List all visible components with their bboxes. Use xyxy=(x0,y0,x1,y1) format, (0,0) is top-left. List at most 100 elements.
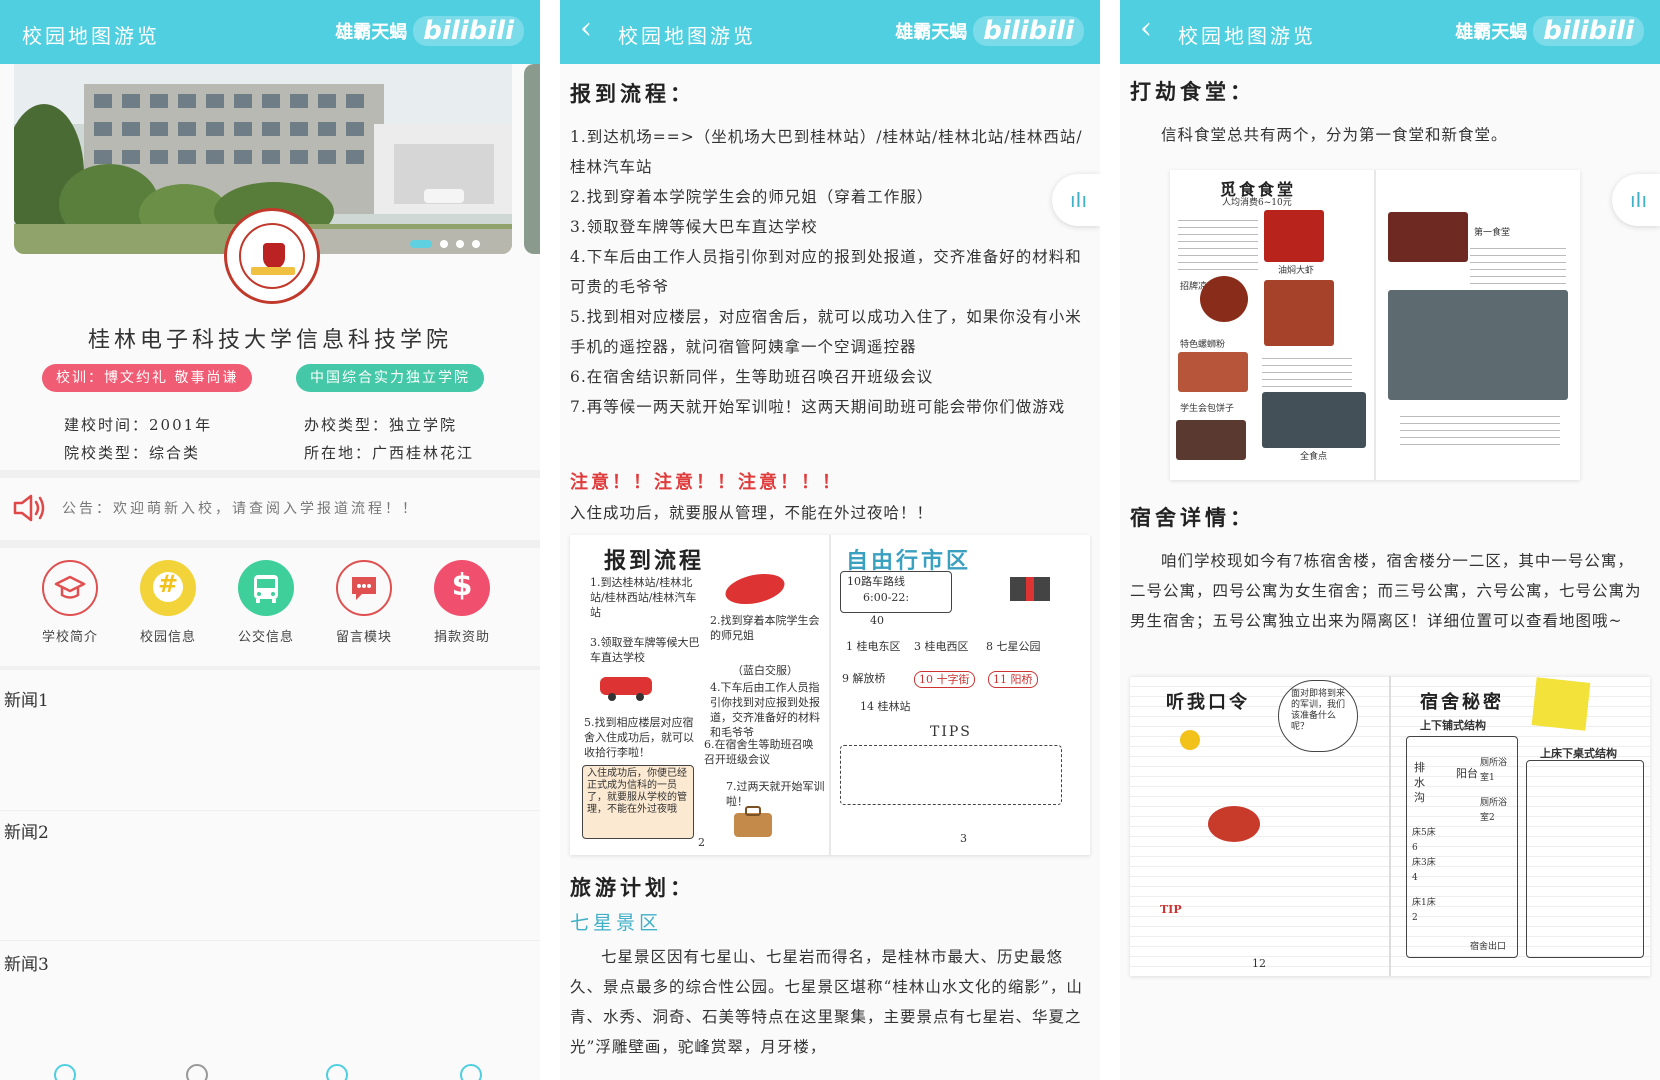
gift-drawing xyxy=(1010,577,1050,601)
warning-text: 入住成功后，就要服从管理，不能在外过夜哈！！ xyxy=(570,504,934,522)
voice-button[interactable]: ıIı xyxy=(1052,174,1100,226)
school-type-info: 办校类型：独立学院 xyxy=(304,416,458,434)
message-icon xyxy=(336,560,392,616)
grid-label: 捐款资助 xyxy=(433,630,490,645)
registration-steps: 1.到达机场==>（坐机场大巴到桂林站）/桂林站/桂林北站/桂林西站/桂林汽车站… xyxy=(570,128,1083,416)
dorm-layout-diagram xyxy=(1526,760,1644,958)
dollar-icon: $ xyxy=(434,560,490,616)
handbook-spread-image: 报到流程 1.到达桂林站/桂林北站/桂林西站/桂林汽车站 2.找到穿着本院学生会… xyxy=(570,535,1090,855)
suitcase-drawing xyxy=(734,806,772,837)
section-heading: 报到流程： xyxy=(570,81,695,106)
sun-drawing xyxy=(1180,730,1200,750)
search-nav-icon[interactable] xyxy=(186,1064,208,1080)
megaphone-icon xyxy=(13,494,45,522)
bilibili-logo: bilibili xyxy=(1533,16,1644,46)
warning-heading: 注意！！注意！！注意！！！ xyxy=(570,472,843,493)
audio-wave-icon: ıIı xyxy=(1630,188,1648,212)
dorm-text: 咱们学校现如今有7栋宿舍楼，宿舍楼分一二区，其中一号公寓，二号公寓，四号公寓为女… xyxy=(1130,552,1642,630)
bottom-nav xyxy=(0,1062,540,1080)
watermark-text: 雄霸天蝎 xyxy=(1455,22,1528,43)
canteen-photo xyxy=(1388,290,1568,400)
discover-nav-icon[interactable] xyxy=(326,1064,348,1080)
section-heading: 旅游计划： xyxy=(570,875,695,900)
bus-icon xyxy=(238,560,294,616)
news-item[interactable]: 新闻2 xyxy=(4,818,49,843)
food-photo xyxy=(1264,210,1324,262)
rank-tag: 中国综合实力独立学院 xyxy=(296,364,484,392)
shield-icon xyxy=(263,243,285,269)
subheading: 七星景区 xyxy=(570,912,663,934)
divider xyxy=(0,666,540,670)
profile-nav-icon[interactable] xyxy=(460,1064,482,1080)
news-item[interactable]: 新闻3 xyxy=(4,950,49,975)
registration-guide-screen: ‹ 校园地图游览 雄霸天蝎 bilibili 报到流程： 1.到达机场==>（坐… xyxy=(560,0,1100,1080)
hash-icon: # xyxy=(140,560,196,616)
graduation-cap-icon xyxy=(42,560,98,616)
watermark-text: 雄霸天蝎 xyxy=(335,22,408,43)
feature-grid: 学校简介 # 校园信息 公交信息 留言模块 $ 捐款资助 xyxy=(0,560,540,650)
carousel-dot[interactable] xyxy=(456,240,464,248)
school-emblem-logo xyxy=(224,208,320,304)
dorm-spread-image: 听我口令 面对即将到来的军训，我们该准备什么呢？ TIP 12 宿舍秘密 上下铺… xyxy=(1130,676,1650,976)
carousel-dots xyxy=(410,240,480,248)
founded-info: 建校时间：2001年 xyxy=(64,416,213,434)
divider xyxy=(0,540,540,548)
map-nav-icon[interactable] xyxy=(54,1064,76,1080)
spread-title: 报到流程 xyxy=(604,548,705,574)
food-drawing xyxy=(1208,806,1260,842)
motto-tag: 校训：博文约礼 敬事尚谦 xyxy=(42,364,253,392)
page-title: 校园地图游览 xyxy=(1178,24,1316,48)
canteen-photo xyxy=(1262,392,1366,448)
travel-text: 七星景区因有七星山、七星岩而得名，是桂林市最大、历史最悠久、景点最多的综合性公园… xyxy=(570,948,1083,1056)
top-bar: 校园地图游览 雄霸天蝎 bilibili xyxy=(0,0,540,64)
school-intro-button[interactable]: 学校简介 xyxy=(20,560,120,645)
grid-label: 留言模块 xyxy=(335,630,392,645)
carousel-dot-active[interactable] xyxy=(410,240,432,248)
campus-info-button[interactable]: # 校园信息 xyxy=(118,560,218,645)
bilibili-logo: bilibili xyxy=(413,16,524,46)
canteen-photo xyxy=(1388,212,1468,262)
campus-life-screen: ‹ 校园地图游览 雄霸天蝎 bilibili 打劫食堂： 信科食堂总共有两个，分… xyxy=(1120,0,1660,1080)
food-photo xyxy=(1176,420,1246,460)
watermark: 雄霸天蝎 bilibili xyxy=(1455,12,1644,50)
grid-label: 公交信息 xyxy=(237,630,294,645)
top-bar: ‹ 校园地图游览 雄霸天蝎 bilibili xyxy=(1120,0,1660,64)
canteen-text: 信科食堂总共有两个，分为第一食堂和新食堂。 xyxy=(1161,126,1508,144)
back-arrow-icon[interactable]: ‹ xyxy=(580,14,592,44)
food-photo xyxy=(1264,280,1334,346)
food-photo xyxy=(1200,276,1248,322)
sticky-note xyxy=(1531,677,1591,731)
carousel-dot[interactable] xyxy=(440,240,448,248)
home-screen: 校园地图游览 雄霸天蝎 bilibili 桂林电子科技大学信息科技学院 校训：博… xyxy=(0,0,540,1080)
donation-button[interactable]: $ 捐款资助 xyxy=(412,560,512,645)
bus-info-button[interactable]: 公交信息 xyxy=(216,560,316,645)
news-item[interactable]: 新闻1 xyxy=(4,686,49,711)
divider xyxy=(0,470,540,478)
message-board-button[interactable]: 留言模块 xyxy=(314,560,414,645)
bilibili-logo: bilibili xyxy=(973,16,1084,46)
school-name: 桂林电子科技大学信息科技学院 xyxy=(87,328,452,353)
location-info: 所在地：广西桂林花江 xyxy=(304,444,475,462)
next-banner-peek[interactable] xyxy=(524,64,540,254)
stamp-icon xyxy=(725,573,785,605)
watermark-text: 雄霸天蝎 xyxy=(895,22,968,43)
announcement-bar[interactable]: 公告：欢迎萌新入校，请查阅入学报道流程！！ xyxy=(0,478,540,538)
category-info: 院校类型：综合类 xyxy=(64,444,201,462)
back-arrow-icon[interactable]: ‹ xyxy=(1140,14,1152,44)
section-heading: 打劫食堂： xyxy=(1130,79,1255,104)
announcement-text: 公告：欢迎萌新入校，请查阅入学报道流程！！ xyxy=(62,501,419,517)
page-title: 校园地图游览 xyxy=(618,24,756,48)
bus-drawing xyxy=(600,677,652,701)
food-photo xyxy=(1178,352,1248,392)
page-title: 校园地图游览 xyxy=(22,24,160,48)
carousel-dot[interactable] xyxy=(472,240,480,248)
grid-label: 学校简介 xyxy=(41,630,98,645)
audio-wave-icon: ıIı xyxy=(1070,188,1088,212)
canteen-spread-image: 觅食食堂 人均消费6~10元 油焖大虾 招牌凉面 特色螺蛳粉 学生会包饼子 全食… xyxy=(1170,170,1580,480)
grid-label: 校园信息 xyxy=(139,630,196,645)
top-bar: ‹ 校园地图游览 雄霸天蝎 bilibili xyxy=(560,0,1100,64)
watermark: 雄霸天蝎 bilibili xyxy=(335,12,524,50)
voice-button[interactable]: ıIı xyxy=(1612,174,1660,226)
watermark: 雄霸天蝎 bilibili xyxy=(895,12,1084,50)
section-heading: 宿舍详情： xyxy=(1130,505,1255,530)
